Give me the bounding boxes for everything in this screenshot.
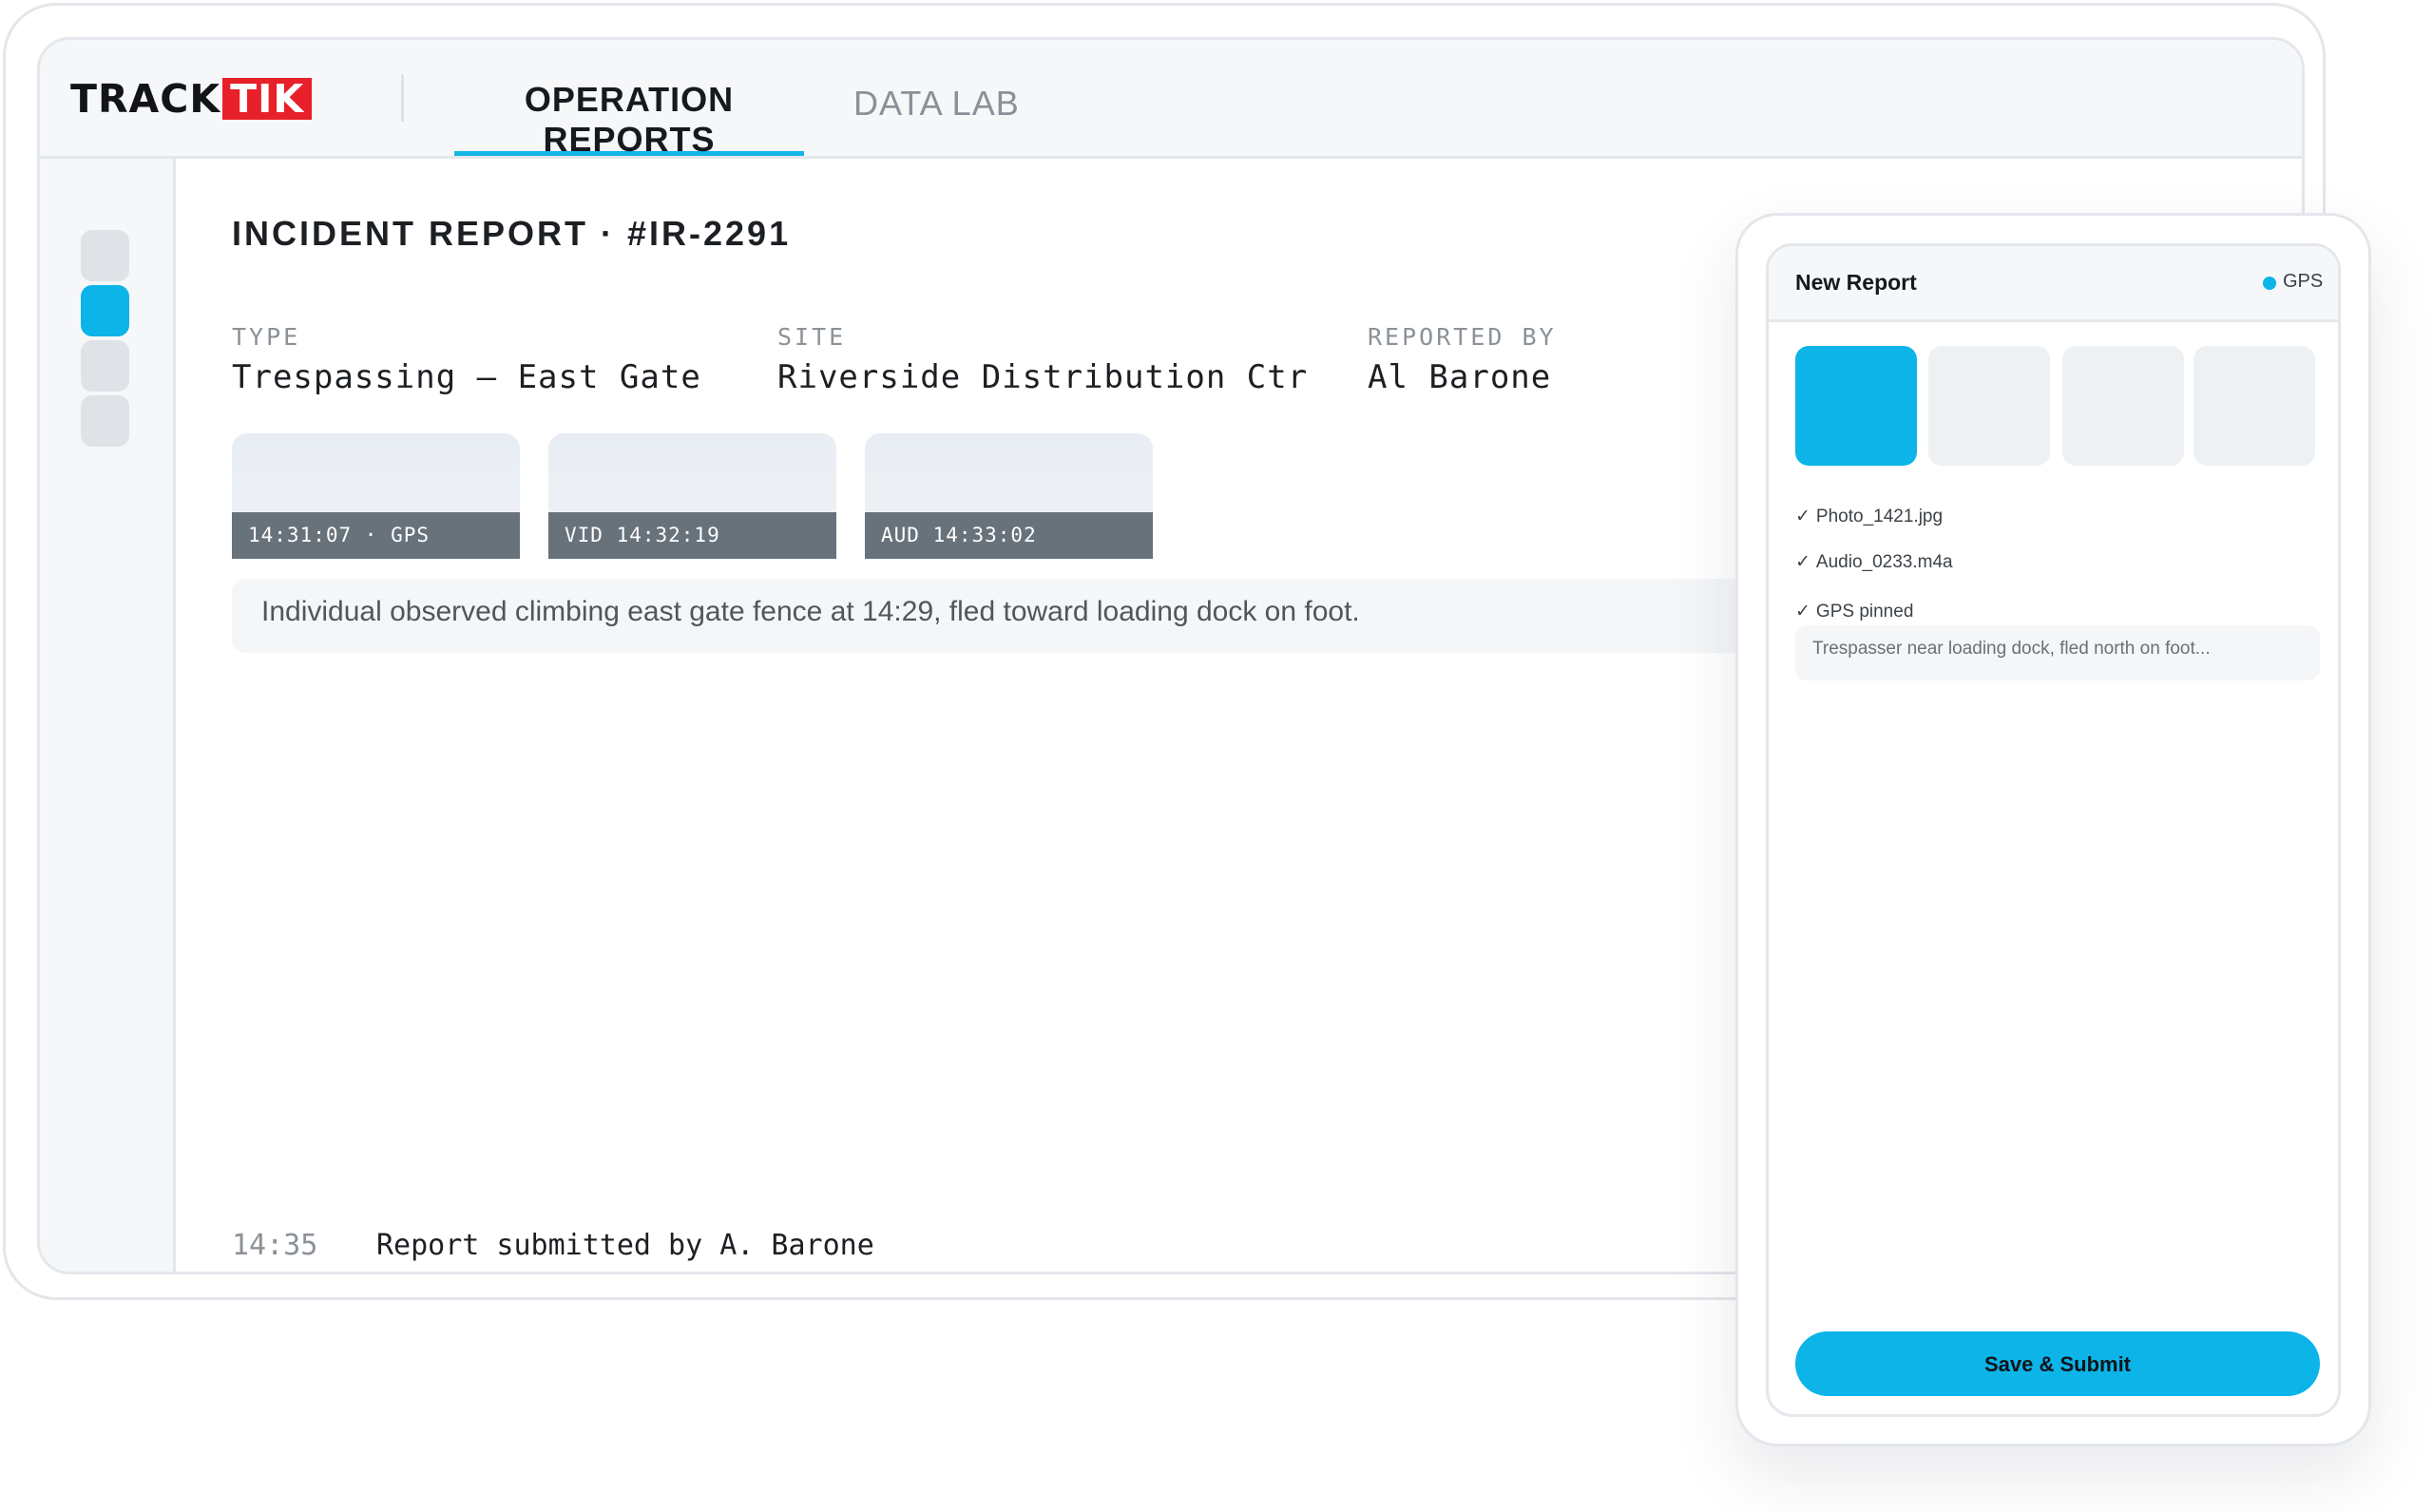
page-title: INCIDENT REPORT · #IR-2291 xyxy=(232,214,792,253)
logo-text-tik: TIK xyxy=(222,78,313,120)
reported-by-label: REPORTED BY xyxy=(1368,323,1557,351)
tracktik-logo[interactable]: TRACK TIK xyxy=(70,76,313,122)
media-caption: VID 14:32:19 xyxy=(548,512,836,559)
sidebar-item-4[interactable] xyxy=(81,395,129,447)
attachment-thumb-1[interactable] xyxy=(1795,346,1917,466)
type-label: TYPE xyxy=(232,323,301,351)
attachment-name: GPS pinned xyxy=(1815,602,1914,622)
log-timestamp: 14:35 xyxy=(232,1229,318,1262)
tab-data-lab[interactable]: DATA LAB xyxy=(853,74,1044,156)
attachment-thumb-4[interactable] xyxy=(2194,346,2315,466)
type-value: Trespassing — East Gate xyxy=(232,358,701,396)
media-caption: 14:31:07 · GPS xyxy=(232,512,520,559)
media-caption: AUD 14:33:02 xyxy=(865,512,1153,559)
incident-notes: Individual observed climbing east gate f… xyxy=(232,579,1924,653)
nav-divider xyxy=(401,74,404,122)
mobile-screen: New Report GPS ✓ Photo_1421.jpg ✓ Audio_02… xyxy=(1766,243,2341,1417)
sidebar-item-2-active[interactable] xyxy=(81,285,129,336)
top-navigation-bar: TRACK TIK OPERATION REPORTS DATA LAB xyxy=(40,40,2302,159)
attachment-name: Audio_0233.m4a xyxy=(1815,552,1953,572)
sidebar-item-3[interactable] xyxy=(81,340,129,392)
attachment-thumb-3[interactable] xyxy=(2062,346,2184,466)
attachment-name: Photo_1421.jpg xyxy=(1815,507,1944,526)
report-note-input[interactable]: Trespasser near loading dock, fled north… xyxy=(1795,625,2320,680)
attachment-audio: ✓ Audio_0233.m4a xyxy=(1795,551,1953,573)
mobile-device-frame: New Report GPS ✓ Photo_1421.jpg ✓ Audio_02… xyxy=(1735,213,2371,1446)
media-thumbnail-audio[interactable]: AUD 14:33:02 xyxy=(865,433,1153,559)
logo-text-track: TRACK xyxy=(70,76,221,122)
attachment-gps: ✓ GPS pinned xyxy=(1795,601,1913,622)
mobile-title: New Report xyxy=(1795,270,1917,295)
check-icon: ✓ xyxy=(1795,507,1810,526)
sidebar-item-1[interactable] xyxy=(81,230,129,281)
site-value: Riverside Distribution Ctr xyxy=(777,358,1309,396)
site-label: SITE xyxy=(777,323,847,351)
check-icon: ✓ xyxy=(1795,552,1810,572)
gps-status-dot-icon xyxy=(2263,277,2276,290)
attachment-photo: ✓ Photo_1421.jpg xyxy=(1795,506,1943,527)
tab-operation-reports[interactable]: OPERATION REPORTS xyxy=(454,74,804,159)
attachment-thumb-2[interactable] xyxy=(1928,346,2050,466)
media-thumbnail-photo[interactable]: 14:31:07 · GPS xyxy=(232,433,520,559)
check-icon: ✓ xyxy=(1795,602,1810,622)
mobile-header: New Report GPS xyxy=(1769,246,2338,322)
media-thumbnail-video[interactable]: VID 14:32:19 xyxy=(548,433,836,559)
reported-by-value: Al Barone xyxy=(1368,358,1552,396)
save-submit-button[interactable]: Save & Submit xyxy=(1795,1331,2320,1396)
sidebar xyxy=(40,159,176,1272)
gps-status-label: GPS xyxy=(2283,271,2324,292)
log-entry: Report submitted by A. Barone xyxy=(376,1229,874,1262)
